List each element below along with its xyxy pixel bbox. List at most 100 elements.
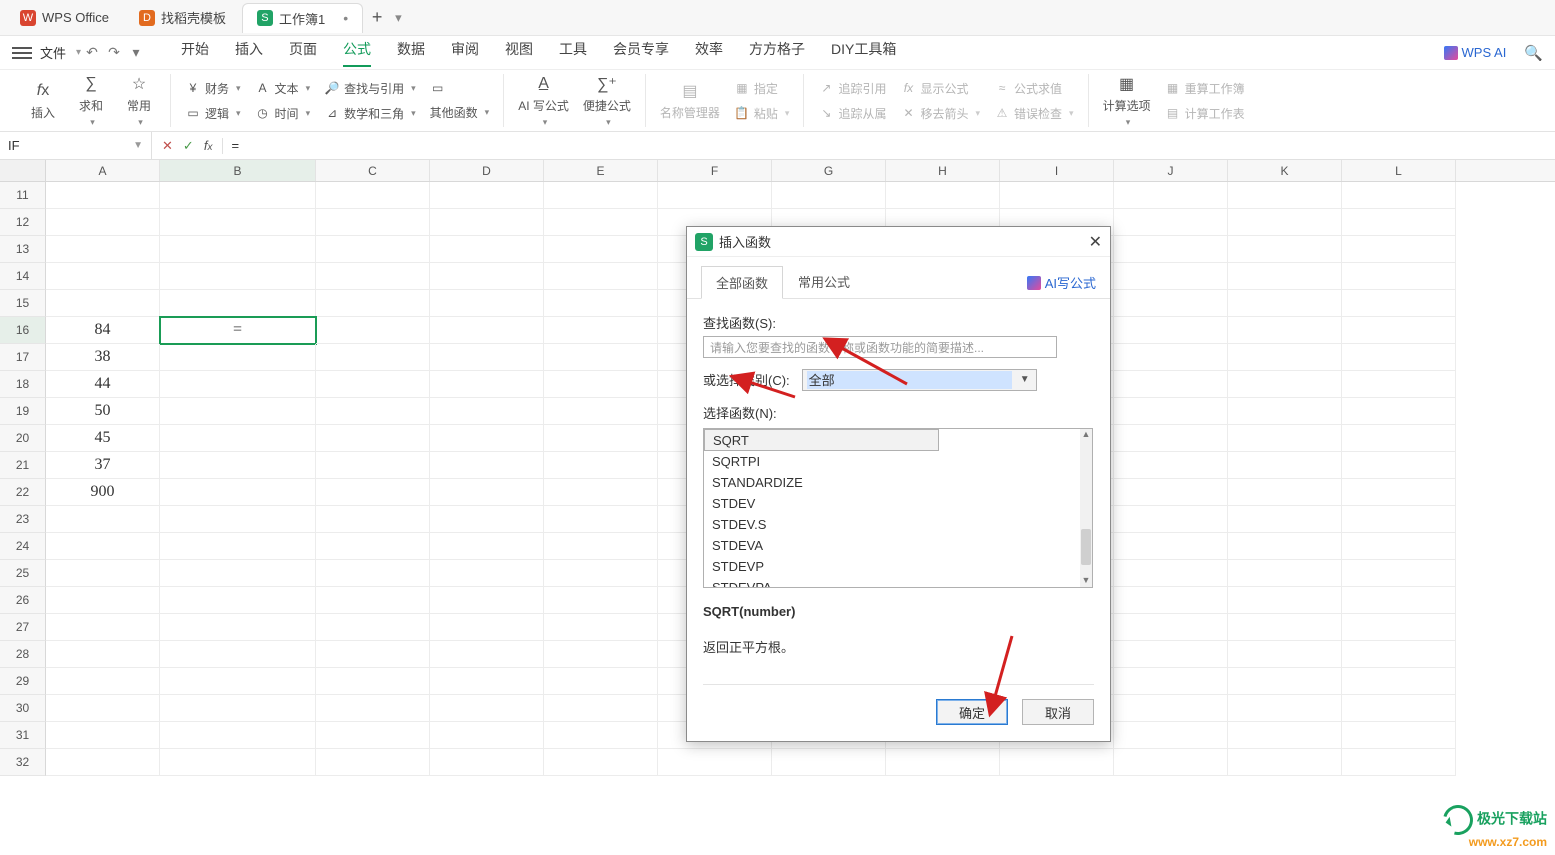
col-H[interactable]: H [886, 160, 1000, 181]
cell-L11[interactable] [1342, 182, 1456, 209]
cell-L27[interactable] [1342, 614, 1456, 641]
list-item[interactable]: STANDARDIZE [704, 472, 1080, 493]
ai-write-button[interactable]: A̲AI 写公式 [518, 74, 569, 128]
cell-C23[interactable] [316, 506, 430, 533]
col-A[interactable]: A [46, 160, 160, 181]
cell-A18[interactable]: 44 [46, 371, 160, 398]
cell-A22[interactable]: 900 [46, 479, 160, 506]
cell-L32[interactable] [1342, 749, 1456, 776]
cell-L19[interactable] [1342, 398, 1456, 425]
row-header[interactable]: 31 [0, 722, 46, 749]
cell-B15[interactable] [160, 290, 316, 317]
cell-K13[interactable] [1228, 236, 1342, 263]
cell-C24[interactable] [316, 533, 430, 560]
col-G[interactable]: G [772, 160, 886, 181]
row-header[interactable]: 16 [0, 317, 46, 344]
cell-D30[interactable] [430, 695, 544, 722]
tab-all-functions[interactable]: 全部函数 [701, 266, 783, 299]
list-item[interactable]: STDEV [704, 493, 1080, 514]
cell-A26[interactable] [46, 587, 160, 614]
col-B[interactable]: B [160, 160, 316, 181]
cell-J11[interactable] [1114, 182, 1228, 209]
finance-button[interactable]: ¥财务 [185, 80, 241, 97]
menu-page[interactable]: 页面 [289, 39, 317, 67]
cell-J14[interactable] [1114, 263, 1228, 290]
math-button[interactable]: ⊿数学和三角 [324, 105, 416, 122]
cell-B14[interactable] [160, 263, 316, 290]
cell-K22[interactable] [1228, 479, 1342, 506]
cell-L24[interactable] [1342, 533, 1456, 560]
scrollbar[interactable]: ▲ ▼ [1080, 429, 1092, 587]
other-fx-button[interactable]: 其他函数 [430, 104, 490, 121]
cell-E16[interactable] [544, 317, 658, 344]
cell-B31[interactable] [160, 722, 316, 749]
cell-J30[interactable] [1114, 695, 1228, 722]
cell-E14[interactable] [544, 263, 658, 290]
scroll-up-icon[interactable]: ▲ [1080, 429, 1092, 441]
cell-A28[interactable] [46, 641, 160, 668]
menu-diy[interactable]: DIY工具箱 [831, 39, 896, 67]
col-L[interactable]: L [1342, 160, 1456, 181]
cell-A15[interactable] [46, 290, 160, 317]
cell-B18[interactable] [160, 371, 316, 398]
cell-K20[interactable] [1228, 425, 1342, 452]
cell-B17[interactable] [160, 344, 316, 371]
menu-formula[interactable]: 公式 [343, 39, 371, 67]
cell-D27[interactable] [430, 614, 544, 641]
row-header[interactable]: 20 [0, 425, 46, 452]
tab-common-formulas[interactable]: 常用公式 [783, 265, 865, 298]
cell-D21[interactable] [430, 452, 544, 479]
cell-K30[interactable] [1228, 695, 1342, 722]
cell-B20[interactable] [160, 425, 316, 452]
cell-D15[interactable] [430, 290, 544, 317]
cell-A12[interactable] [46, 209, 160, 236]
cell-D32[interactable] [430, 749, 544, 776]
cell-J29[interactable] [1114, 668, 1228, 695]
cell-A17[interactable]: 38 [46, 344, 160, 371]
row-header[interactable]: 17 [0, 344, 46, 371]
cell-B23[interactable] [160, 506, 316, 533]
col-K[interactable]: K [1228, 160, 1342, 181]
cell-J24[interactable] [1114, 533, 1228, 560]
cell-L21[interactable] [1342, 452, 1456, 479]
cell-J15[interactable] [1114, 290, 1228, 317]
row-header[interactable]: 29 [0, 668, 46, 695]
row-header[interactable]: 15 [0, 290, 46, 317]
row-header[interactable]: 11 [0, 182, 46, 209]
cell-E22[interactable] [544, 479, 658, 506]
cell-J27[interactable] [1114, 614, 1228, 641]
close-tab-icon[interactable]: • [343, 10, 348, 26]
cell-H11[interactable] [886, 182, 1000, 209]
cell-C11[interactable] [316, 182, 430, 209]
row-header[interactable]: 12 [0, 209, 46, 236]
cell-E11[interactable] [544, 182, 658, 209]
name-box[interactable]: IF ▼ [0, 132, 152, 159]
cell-L26[interactable] [1342, 587, 1456, 614]
cell-C31[interactable] [316, 722, 430, 749]
cell-L30[interactable] [1342, 695, 1456, 722]
cell-C14[interactable] [316, 263, 430, 290]
text-button[interactable]: A文本 [255, 80, 311, 97]
category-select[interactable]: 全部 ▼ [802, 369, 1037, 391]
cell-K31[interactable] [1228, 722, 1342, 749]
ai-write-formula-link[interactable]: AI写公式 [1027, 273, 1096, 298]
app-tab-templates[interactable]: D 找稻壳模板 [125, 3, 240, 33]
cell-L23[interactable] [1342, 506, 1456, 533]
cell-C26[interactable] [316, 587, 430, 614]
file-menu[interactable]: 文件 [40, 43, 66, 62]
cell-B30[interactable] [160, 695, 316, 722]
cell-A19[interactable]: 50 [46, 398, 160, 425]
date-button[interactable]: ◷时间 [255, 105, 311, 122]
list-item[interactable]: SQRTPI [704, 451, 1080, 472]
cell-A27[interactable] [46, 614, 160, 641]
col-E[interactable]: E [544, 160, 658, 181]
cell-K32[interactable] [1228, 749, 1342, 776]
cell-K23[interactable] [1228, 506, 1342, 533]
cell-F11[interactable] [658, 182, 772, 209]
cell-D26[interactable] [430, 587, 544, 614]
sum-button[interactable]: ∑求和 [74, 74, 108, 128]
row-header[interactable]: 32 [0, 749, 46, 776]
cell-A23[interactable] [46, 506, 160, 533]
cell-L28[interactable] [1342, 641, 1456, 668]
cell-E19[interactable] [544, 398, 658, 425]
